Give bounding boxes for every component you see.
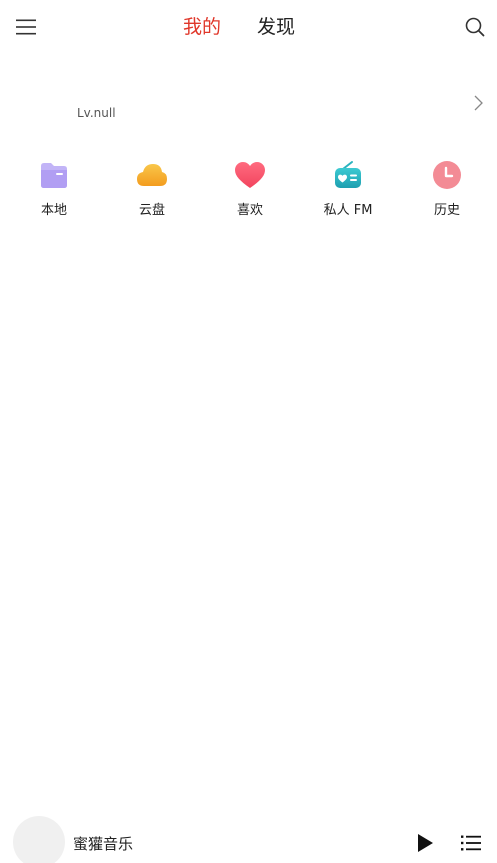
search-icon[interactable] — [460, 12, 490, 42]
folder-icon — [37, 158, 71, 192]
shortcut-like[interactable]: 喜欢 — [215, 158, 285, 222]
shortcut-local[interactable]: 本地 — [19, 158, 89, 222]
user-level: Lv.null — [77, 106, 116, 120]
shortcut-label: 私人 FM — [323, 203, 373, 218]
radio-icon — [331, 158, 365, 192]
shortcut-label: 喜欢 — [236, 203, 263, 218]
profile-row[interactable]: Lv.null — [0, 78, 497, 130]
shortcut-cloud[interactable]: 云盘 — [117, 158, 187, 222]
heart-icon — [233, 158, 267, 192]
shortcut-history[interactable]: 历史 — [412, 158, 482, 222]
shortcut-personal-fm[interactable]: 私人 FM — [313, 158, 383, 222]
album-cover[interactable] — [13, 816, 65, 863]
tab-discover[interactable]: 发现 — [257, 10, 295, 44]
shortcut-grid: 本地 云盘 喜欢 私人 FM 历史 — [0, 158, 497, 222]
cloud-icon — [135, 158, 169, 192]
track-title[interactable]: 蜜獾音乐 — [73, 833, 133, 854]
shortcut-label: 云盘 — [138, 203, 165, 218]
shortcut-label: 本地 — [40, 203, 67, 218]
clock-icon — [430, 158, 464, 192]
tab-mine[interactable]: 我的 — [183, 10, 221, 44]
mini-player: 蜜獾音乐 — [0, 808, 497, 863]
play-icon[interactable] — [412, 830, 438, 856]
top-tabs: 我的 发现 — [183, 10, 295, 44]
hamburger-menu-icon[interactable] — [11, 14, 41, 40]
shortcut-label: 历史 — [433, 203, 460, 218]
top-bar: 我的 发现 — [0, 0, 497, 54]
playlist-icon[interactable] — [458, 830, 484, 856]
chevron-right-icon[interactable] — [471, 94, 485, 112]
my-music-page: 我的 发现 Lv.null 本地 云盘 喜欢 私人 FM 历史 蜜獾音乐 — [0, 0, 497, 863]
